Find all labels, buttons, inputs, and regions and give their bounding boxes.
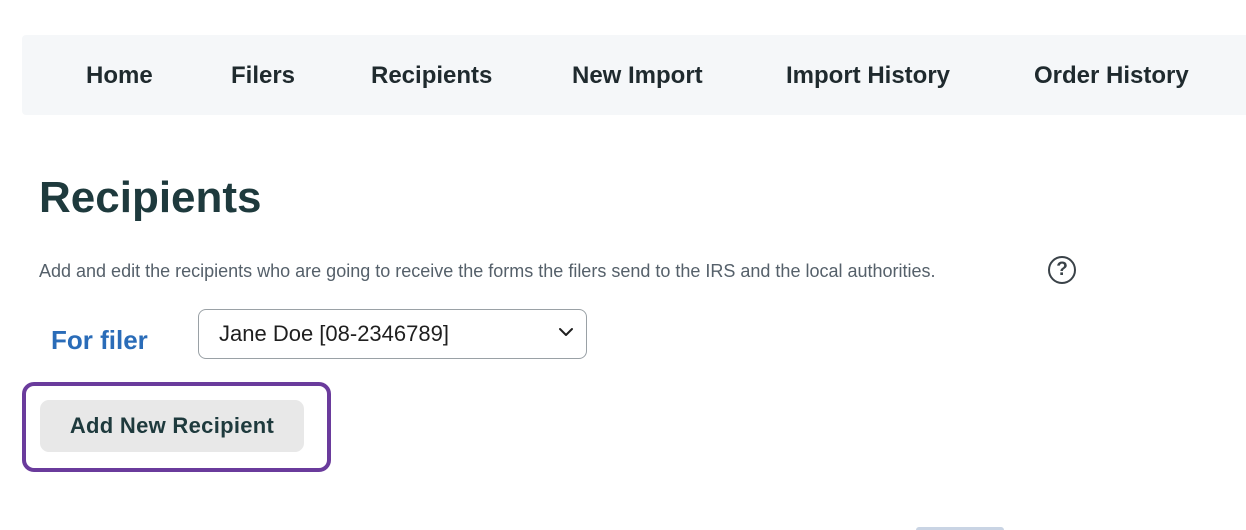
nav-item-import-history[interactable]: Import History <box>786 35 950 115</box>
nav-item-order-history[interactable]: Order History <box>1034 35 1189 115</box>
add-new-recipient-button[interactable]: Add New Recipient <box>40 400 304 452</box>
nav-item-home[interactable]: Home <box>86 35 153 115</box>
main-navigation: Home Filers Recipients New Import Import… <box>22 35 1246 115</box>
filer-label: For filer <box>51 325 148 355</box>
chevron-down-icon <box>559 328 573 336</box>
nav-item-new-import[interactable]: New Import <box>572 35 703 115</box>
question-circle-icon[interactable]: ? <box>1048 256 1076 284</box>
nav-item-recipients[interactable]: Recipients <box>371 35 492 115</box>
filer-select[interactable]: Jane Doe [08-2346789] <box>198 309 587 359</box>
page-description: Add and edit the recipients who are goin… <box>39 261 936 281</box>
filer-select-value: Jane Doe [08-2346789] <box>219 321 449 346</box>
nav-item-filers[interactable]: Filers <box>231 35 295 115</box>
page-title: Recipients <box>39 173 262 222</box>
